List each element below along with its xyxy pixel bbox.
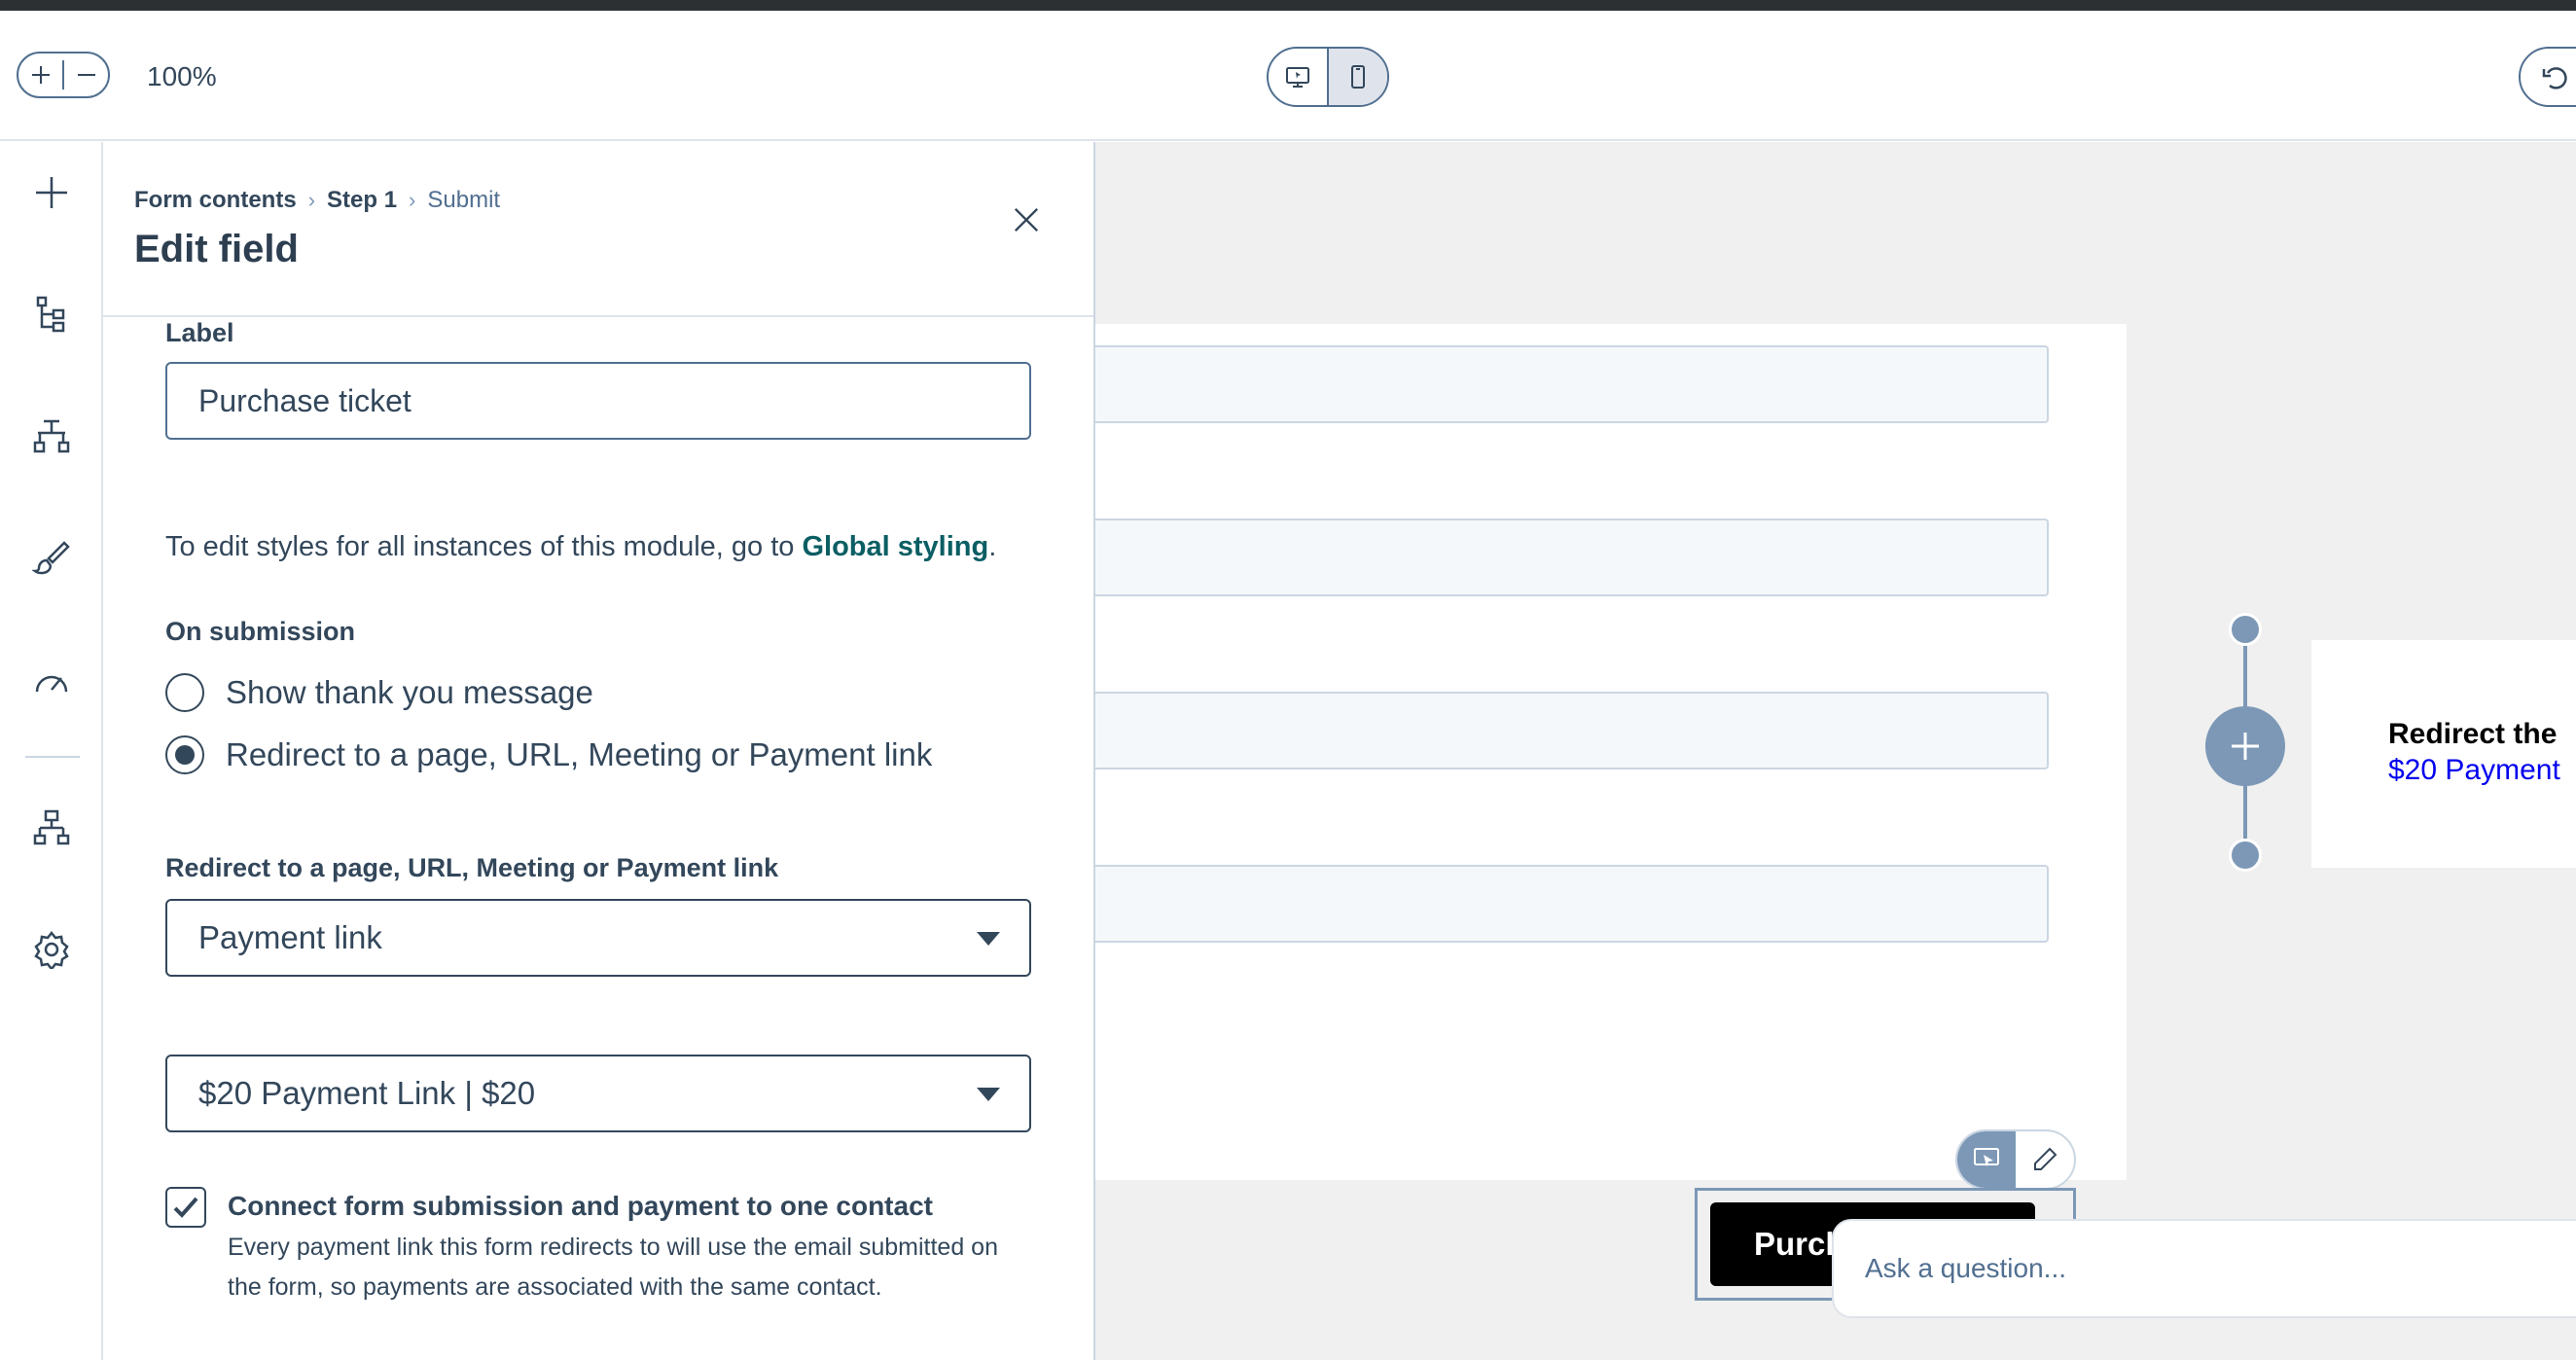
flow-card-link[interactable]: $20 Payment <box>2388 754 2560 787</box>
redirect-flow-card[interactable]: Redirect the $20 Payment <box>2311 640 2576 868</box>
global-styling-link[interactable]: Global styling <box>802 531 988 562</box>
tree-icon <box>36 296 65 333</box>
performance-button[interactable] <box>30 661 73 703</box>
form-field-3[interactable] <box>1095 692 2049 769</box>
window-top-strip <box>0 0 2576 11</box>
cursor-select-icon <box>1974 1148 1999 1166</box>
pencil-icon <box>2034 1147 2057 1170</box>
plus-icon <box>36 177 67 208</box>
zoom-in-button[interactable] <box>18 54 62 96</box>
label-heading: Label <box>165 318 234 347</box>
breadcrumb-separator: › <box>409 188 416 212</box>
radio-label: Show thank you message <box>226 674 593 710</box>
global-styling-note-text: To edit styles for all instances of this… <box>165 531 803 562</box>
form-field-2[interactable] <box>1095 519 2049 596</box>
mobile-icon <box>1351 65 1365 89</box>
flow-icon <box>33 809 70 845</box>
panel-header: Form contents › Step 1 › Submit Edit fie… <box>103 142 1093 317</box>
form-canvas: Purchase ticket Redirect the $20 Payment <box>1095 142 2576 1360</box>
checkmark-icon <box>173 1197 198 1218</box>
plus-icon <box>2232 733 2259 760</box>
radio-show-thank-you[interactable]: Show thank you message <box>165 673 593 712</box>
gear-icon <box>34 930 69 969</box>
undo-button[interactable] <box>2519 47 2576 107</box>
chevron-down-icon <box>977 932 1000 946</box>
connect-contact-checkbox[interactable] <box>165 1187 206 1228</box>
gauge-icon <box>35 675 68 693</box>
zoom-controls <box>17 52 110 98</box>
on-submission-heading: On submission <box>165 617 356 646</box>
redirect-heading: Redirect to a page, URL, Meeting or Paym… <box>165 853 779 882</box>
flow-connector-dot <box>2229 613 2262 646</box>
select-module-button[interactable] <box>1957 1131 2016 1188</box>
connect-contact-description: Every payment link this form redirects t… <box>228 1234 998 1301</box>
connect-contact-title: Connect form submission and payment to o… <box>228 1191 933 1221</box>
brush-icon <box>32 541 70 575</box>
radio-button[interactable] <box>165 673 204 712</box>
flow-card-title: Redirect the <box>2388 718 2558 750</box>
chevron-down-icon <box>977 1088 1000 1101</box>
edit-module-button[interactable] <box>2016 1131 2074 1188</box>
settings-button[interactable] <box>30 928 73 971</box>
zoom-level: 100% <box>147 61 217 91</box>
form-field-1[interactable] <box>1095 345 2049 423</box>
mobile-view-button[interactable] <box>1329 49 1387 105</box>
close-icon <box>1014 207 1039 233</box>
form-structure-button[interactable] <box>30 415 73 458</box>
radio-selected-dot <box>175 745 195 765</box>
global-styling-note: To edit styles for all instances of this… <box>165 531 996 563</box>
add-module-button[interactable] <box>30 171 73 214</box>
breadcrumb: Form contents › Step 1 › Submit <box>134 187 500 214</box>
breadcrumb-form-contents[interactable]: Form contents <box>134 187 297 214</box>
minus-icon <box>77 74 95 76</box>
desktop-view-button[interactable] <box>1269 49 1327 105</box>
radio-button-selected[interactable] <box>165 735 204 774</box>
panel-title: Edit field <box>134 228 299 270</box>
add-flow-step-button[interactable] <box>2205 706 2285 786</box>
redirect-type-select[interactable]: Payment link <box>165 899 1031 977</box>
workflow-button[interactable] <box>30 806 73 849</box>
rail-divider <box>25 756 80 758</box>
device-toggle <box>1267 47 1389 107</box>
breadcrumb-separator: › <box>307 188 316 212</box>
breadcrumb-current: Submit <box>427 187 501 213</box>
close-panel-button[interactable] <box>1007 200 1046 239</box>
form-preview-card: Purchase ticket <box>1095 324 2127 1301</box>
undo-icon <box>2542 67 2567 89</box>
radio-redirect[interactable]: Redirect to a page, URL, Meeting or Paym… <box>165 735 932 774</box>
breadcrumb-step[interactable]: Step 1 <box>327 187 397 214</box>
payment-link-select[interactable]: $20 Payment Link | $20 <box>165 1055 1031 1132</box>
desktop-icon <box>1286 67 1309 88</box>
hierarchy-icon <box>33 419 70 453</box>
design-button[interactable] <box>30 536 73 579</box>
module-toolbar <box>1955 1129 2076 1190</box>
editor-toolbar: 100% <box>0 11 2576 141</box>
zoom-out-button[interactable] <box>64 54 108 96</box>
redirect-type-value: Payment link <box>198 919 382 955</box>
left-icon-rail <box>0 142 103 1360</box>
edit-field-panel: Form contents › Step 1 › Submit Edit fie… <box>103 142 1095 1360</box>
label-input[interactable] <box>165 362 1031 440</box>
form-contents-button[interactable] <box>30 293 73 336</box>
form-field-4[interactable] <box>1095 865 2049 943</box>
payment-link-value: $20 Payment Link | $20 <box>198 1075 536 1111</box>
radio-label: Redirect to a page, URL, Meeting or Paym… <box>226 736 933 772</box>
flow-connector-dot <box>2229 839 2262 872</box>
plus-icon <box>31 66 50 84</box>
ask-question-input[interactable] <box>1832 1219 2576 1318</box>
global-styling-note-suffix: . <box>988 531 997 562</box>
